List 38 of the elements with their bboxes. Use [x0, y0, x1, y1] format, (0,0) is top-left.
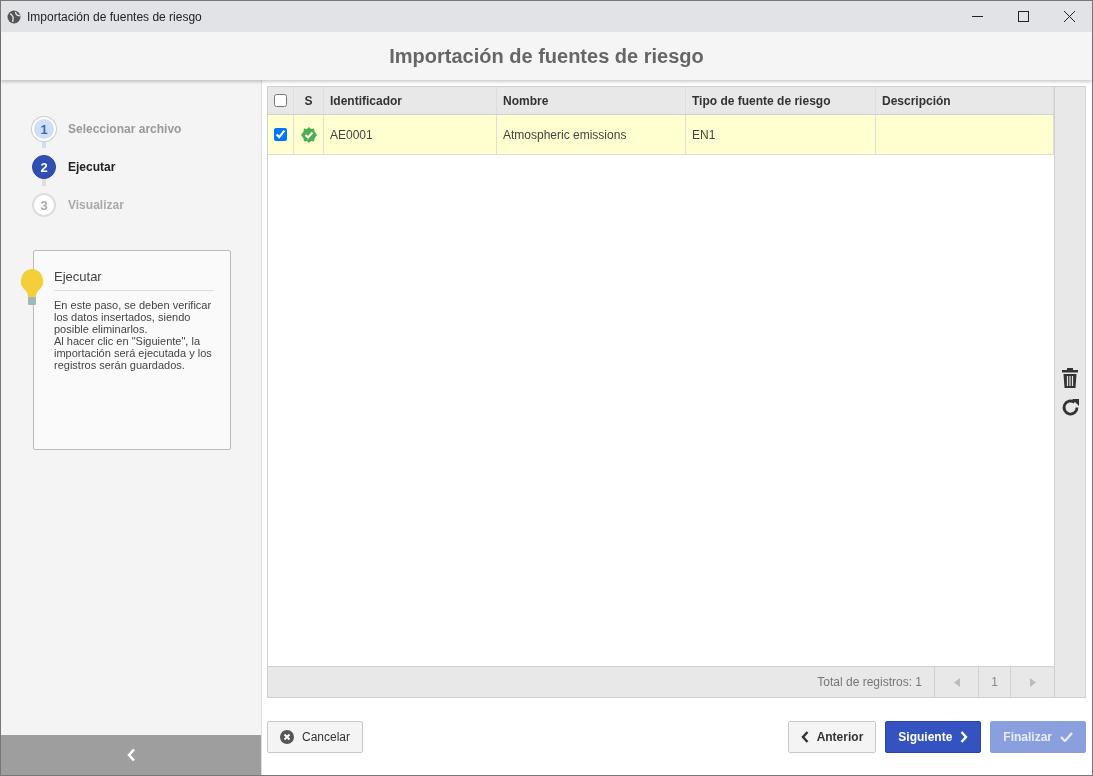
maximize-icon — [1017, 11, 1029, 22]
table-cell: AE0001 — [330, 127, 373, 142]
triangle-left-icon — [953, 677, 960, 687]
table-cell: EN1 — [692, 127, 716, 142]
close-icon — [280, 729, 294, 744]
select-all-checkbox[interactable] — [274, 94, 287, 107]
delete-button[interactable] — [1061, 367, 1079, 388]
triangle-right-icon — [1029, 677, 1036, 687]
column-header[interactable]: Tipo de fuente de riesgo — [686, 87, 876, 114]
checkmark-icon — [1060, 731, 1073, 742]
table-row[interactable]: AE0001 Atmospheric emissions EN1 — [268, 115, 1054, 155]
help-title: Ejecutar — [54, 269, 214, 291]
chevron-left-icon — [800, 730, 809, 743]
step-number: 2 — [32, 155, 56, 179]
close-icon — [1063, 11, 1075, 22]
lightbulb-icon — [19, 268, 45, 308]
back-button[interactable]: Anterior — [787, 720, 877, 753]
step-number: 1 — [32, 117, 56, 141]
record-count: Total de registros: 1 — [817, 674, 923, 691]
page-title: Importación de fuentes de riesgo — [389, 44, 704, 68]
step-label: Ejecutar — [68, 160, 116, 174]
help-text: En este paso, se deben verificar los datos insertados, siendo posible eliminarlos. Al hacer clic en "Siguiente", la importación será ejecutada y los registros serán guardados. — [54, 299, 213, 371]
minimize-icon — [971, 16, 983, 17]
globe-icon — [7, 9, 21, 24]
chevron-left-icon — [126, 748, 136, 762]
step-label: Visualizar — [68, 198, 124, 212]
chevron-right-icon — [960, 730, 969, 743]
step-number: 3 — [32, 193, 56, 217]
cancel-button[interactable]: Cancelar — [267, 720, 364, 753]
row-checkbox[interactable] — [274, 128, 287, 141]
column-header[interactable]: Identificador — [324, 87, 497, 114]
step-label: Seleccionar archivo — [68, 122, 182, 136]
column-header[interactable]: Nombre — [497, 87, 686, 114]
table-cell: Atmospheric emissions — [503, 127, 627, 142]
refresh-button[interactable] — [1060, 397, 1080, 417]
next-button[interactable]: Siguiente — [885, 720, 982, 753]
column-header[interactable]: S — [294, 87, 324, 114]
window-title: Importación de fuentes de riesgo — [27, 9, 202, 24]
